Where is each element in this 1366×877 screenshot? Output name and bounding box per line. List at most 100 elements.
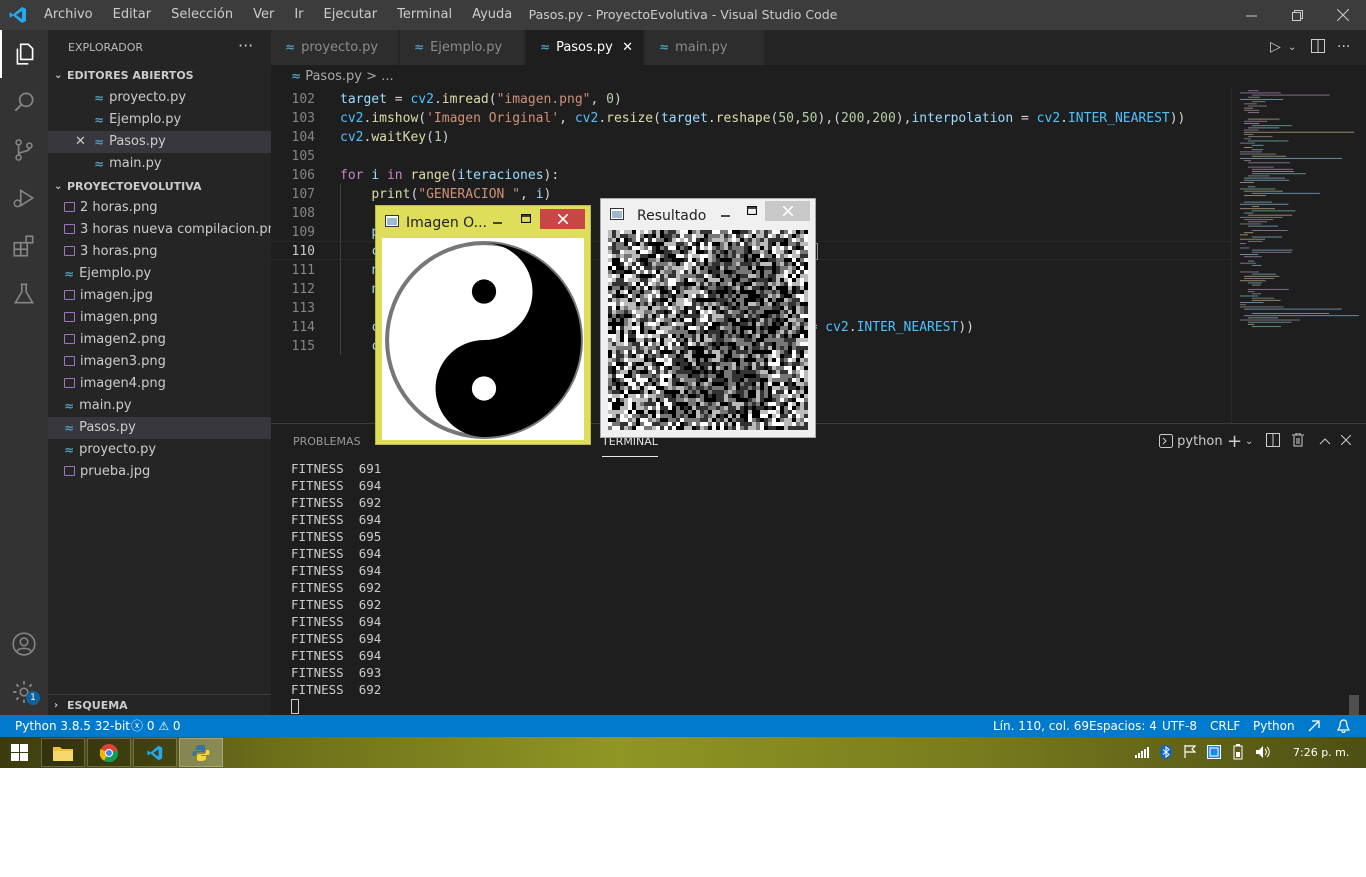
testing-activity[interactable] xyxy=(0,270,48,318)
chrome-taskbar-button[interactable] xyxy=(87,738,131,767)
bluetooth-icon[interactable] xyxy=(1160,737,1172,768)
python-taskbar-button[interactable] xyxy=(179,738,223,767)
tab-ejemplo[interactable]: ≈ Ejemplo.py xyxy=(400,30,525,65)
file-item[interactable]: imagen.jpg xyxy=(48,285,271,307)
run-file-icon[interactable]: ▷ xyxy=(1270,30,1281,65)
open-editor-item[interactable]: ≈ Ejemplo.py xyxy=(48,109,271,131)
file-item[interactable]: 3 horas nueva compilacion.png xyxy=(48,219,271,241)
run-options-chevron-icon[interactable]: ⌄ xyxy=(1288,30,1296,65)
menu-terminal[interactable]: Terminal xyxy=(387,0,462,30)
manage-activity[interactable] xyxy=(0,668,48,716)
menu-ejecutar[interactable]: Ejecutar xyxy=(314,0,388,30)
clock[interactable]: 7:26 p. m. xyxy=(1293,737,1349,768)
terminal-shell-selector[interactable]: python xyxy=(1159,424,1223,459)
file-item-active[interactable]: ≈ Pasos.py xyxy=(48,417,271,439)
explorer-activity[interactable] xyxy=(0,30,48,78)
python-interpreter[interactable]: Python 3.8.5 32-bit xyxy=(15,715,130,737)
close-window-button[interactable] xyxy=(1320,0,1366,30)
menu-ir[interactable]: Ir xyxy=(284,0,313,30)
battery-icon[interactable] xyxy=(1232,737,1244,768)
indentation[interactable]: Espacios: 4 xyxy=(1089,715,1157,737)
tab-problems[interactable]: PROBLEMAS xyxy=(293,424,361,459)
vscode-taskbar-button[interactable] xyxy=(133,738,177,767)
close-tab-icon[interactable]: ✕ xyxy=(622,30,633,65)
file-item[interactable]: 2 horas.png xyxy=(48,197,271,219)
search-activity[interactable] xyxy=(0,78,48,126)
open-editors-header[interactable]: ⌄ EDITORES ABIERTOS xyxy=(48,65,271,87)
minimize-button[interactable] xyxy=(1228,0,1274,30)
line-number: 114 xyxy=(291,320,315,335)
maximize-icon[interactable] xyxy=(521,214,531,223)
result-titlebar[interactable]: Resultado xyxy=(601,199,815,229)
accounts-activity[interactable] xyxy=(0,620,48,668)
run-debug-activity[interactable] xyxy=(0,174,48,222)
extensions-activity[interactable] xyxy=(0,222,48,270)
problems-indicator[interactable]: ⓧ 0 ⚠ 0 xyxy=(131,715,181,737)
tab-main[interactable]: ≈ main.py xyxy=(645,30,765,65)
minimize-icon[interactable] xyxy=(493,218,502,227)
terminal-scrollbar[interactable] xyxy=(1349,695,1359,715)
maximize-icon[interactable] xyxy=(747,206,757,215)
close-panel-icon[interactable] xyxy=(1340,424,1352,459)
file-item[interactable]: ≈ proyecto.py xyxy=(48,439,271,461)
close-editor-icon[interactable]: ✕ xyxy=(75,131,86,153)
file-item[interactable]: imagen2.png xyxy=(48,329,271,351)
file-explorer-taskbar-button[interactable] xyxy=(41,738,85,767)
project-folder-header[interactable]: ⌄ PROYECTOEVOLUTIVA xyxy=(48,176,271,198)
split-editor-icon[interactable] xyxy=(1311,30,1325,65)
windows-start-icon[interactable] xyxy=(11,744,28,765)
notifications-bell-icon[interactable] xyxy=(1337,715,1350,737)
file-item[interactable]: imagen3.png xyxy=(48,351,271,373)
language-mode[interactable]: Python xyxy=(1253,715,1295,737)
tab-pasos[interactable]: ≈ Pasos.py ✕ xyxy=(526,30,644,65)
image-original-close-button[interactable] xyxy=(540,209,585,229)
terminal-line: FITNESS 694 xyxy=(291,614,382,629)
minimap[interactable] xyxy=(1231,87,1366,423)
encoding[interactable]: UTF-8 xyxy=(1162,715,1197,737)
outline-header[interactable]: › ESQUEMA xyxy=(48,694,271,716)
image-original-titlebar[interactable]: Imagen O... xyxy=(376,206,590,236)
split-terminal-icon[interactable] xyxy=(1266,424,1280,459)
menu-archivo[interactable]: Archivo xyxy=(34,0,103,30)
error-icon: ⓧ xyxy=(131,719,144,733)
open-editor-item[interactable]: ≈ proyecto.py xyxy=(48,87,271,109)
network-signal-icon[interactable] xyxy=(1135,737,1149,768)
trash-icon[interactable] xyxy=(1292,424,1304,459)
cursor-position[interactable]: Lín. 110, col. 69 xyxy=(993,715,1089,737)
breadcrumb-symbol[interactable]: ... xyxy=(381,69,393,84)
tab-proyecto[interactable]: ≈ proyecto.py xyxy=(271,30,399,65)
open-editor-item[interactable]: ≈ main.py xyxy=(48,153,271,175)
menu-ver[interactable]: Ver xyxy=(243,0,284,30)
file-item[interactable]: ≈ main.py xyxy=(48,395,271,417)
open-editor-item-active[interactable]: ✕ ≈ Pasos.py xyxy=(48,131,271,153)
minimize-icon[interactable] xyxy=(721,211,730,220)
input-method-icon[interactable] xyxy=(1207,737,1221,768)
terminal-options-chevron-icon[interactable]: ⌄ xyxy=(1245,424,1253,459)
image-original-window[interactable]: Imagen O... xyxy=(375,205,591,445)
maximize-panel-icon[interactable] xyxy=(1319,424,1331,459)
python-file-icon: ≈ xyxy=(414,40,425,54)
menu-ayuda[interactable]: Ayuda xyxy=(462,0,522,30)
more-actions-icon[interactable]: ··· xyxy=(238,30,253,65)
result-close-button[interactable] xyxy=(765,201,810,221)
file-item[interactable]: imagen4.png xyxy=(48,373,271,395)
menu-editar[interactable]: Editar xyxy=(103,0,162,30)
breadcrumb-file[interactable]: Pasos.py xyxy=(305,69,362,84)
result-window[interactable]: Resultado xyxy=(600,198,816,438)
line-ending[interactable]: CRLF xyxy=(1210,715,1240,737)
restore-button[interactable] xyxy=(1274,0,1320,30)
editor-more-icon[interactable]: ··· xyxy=(1337,30,1350,65)
menu-seleccion[interactable]: Selección xyxy=(161,0,243,30)
file-item[interactable]: prueba.jpg xyxy=(48,461,271,483)
terminal-line: FITNESS 694 xyxy=(291,648,382,663)
action-center-flag-icon[interactable] xyxy=(1184,737,1197,768)
new-terminal-icon[interactable]: + xyxy=(1227,424,1242,459)
file-item[interactable]: imagen.png xyxy=(48,307,271,329)
file-item[interactable]: 3 horas.png xyxy=(48,241,271,263)
feedback-icon[interactable] xyxy=(1307,715,1321,737)
line-number: 113 xyxy=(291,301,315,316)
volume-icon[interactable] xyxy=(1256,737,1270,768)
terminal-cursor[interactable] xyxy=(291,699,299,714)
source-control-activity[interactable] xyxy=(0,126,48,174)
file-item[interactable]: ≈ Ejemplo.py xyxy=(48,263,271,285)
